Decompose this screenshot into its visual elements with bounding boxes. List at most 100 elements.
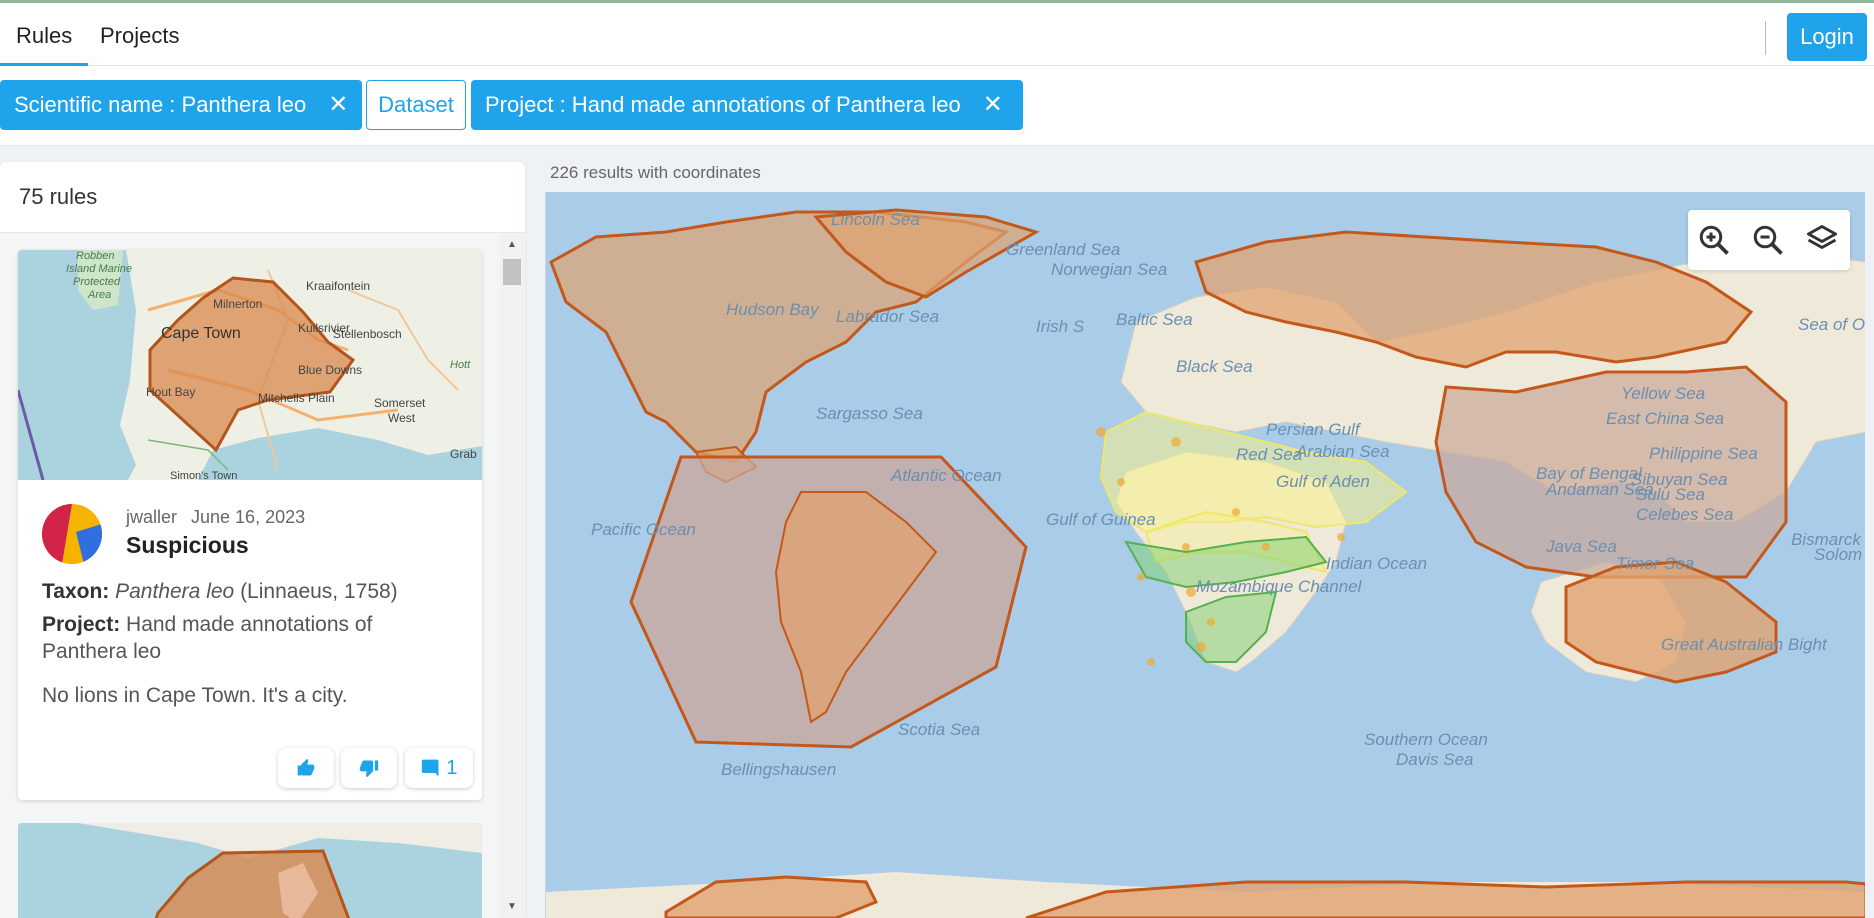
map-label: Red Sea	[1236, 445, 1303, 464]
map-label: Gulf of Guinea	[1046, 510, 1156, 529]
map-label: Solom	[1814, 545, 1863, 564]
filter-chip-label: Scientific name : Panthera leo	[14, 92, 307, 117]
rule-verdict: Suspicious	[126, 532, 249, 558]
map-label: Atlantic Ocean	[891, 466, 1002, 485]
map-label: Mozambique Channel	[1196, 577, 1362, 596]
rule-comment: No lions in Cape Town. It's a city.	[42, 684, 348, 707]
map-label: Area	[87, 289, 111, 301]
layers-icon	[1807, 225, 1837, 249]
map-label: West	[388, 411, 416, 425]
comment-icon	[421, 759, 439, 777]
map-label: Protected	[73, 276, 121, 288]
downvote-button[interactable]	[341, 748, 397, 788]
map-label: Cape Town	[161, 325, 241, 342]
map-label: Southern Ocean	[1364, 730, 1488, 749]
rule-map-thumbnail[interactable]: Robben Island Marine Protected Area Miln…	[18, 250, 482, 482]
top-navbar: Rules Projects Login	[0, 0, 1874, 66]
scroll-thumb[interactable]	[503, 259, 521, 285]
rule-map-image: Robben Island Marine Protected Area Miln…	[18, 250, 482, 482]
map-label: Persian Gulf	[1266, 420, 1360, 439]
filter-chip-scientific-name[interactable]: Scientific name : Panthera leo ✕	[0, 80, 362, 130]
map-label: Bellingshausen	[721, 760, 837, 779]
login-button[interactable]: Login	[1787, 13, 1867, 61]
map-label: Arabian Sea	[1296, 442, 1390, 461]
upvote-button[interactable]	[278, 748, 334, 788]
map-label: Indian Ocean	[1326, 554, 1428, 573]
map-label: Great Australian Bight	[1661, 635, 1827, 654]
taxon-name: Panthera leo	[115, 580, 235, 603]
map-label: Irish S	[1036, 317, 1085, 336]
map-label: Island Marine	[66, 263, 132, 275]
world-map[interactable]: Lincoln Sea Greenland Sea Norwegian Sea …	[545, 192, 1865, 918]
rules-list[interactable]: Robben Island Marine Protected Area Miln…	[0, 233, 525, 918]
thumbs-up-icon	[297, 758, 315, 776]
project-label: Project:	[42, 613, 121, 636]
map-label: Milnerton	[213, 297, 262, 311]
layers-button[interactable]	[1804, 222, 1840, 258]
map-label: Celebes Sea	[1636, 505, 1734, 524]
rule-taxon: Taxon: Panthera leo (Linnaeus, 1758)	[42, 578, 398, 605]
map-label: Robben	[76, 250, 115, 262]
map-label: Hout Bay	[146, 385, 195, 399]
results-count: 226 results with coordinates	[550, 163, 761, 182]
taxon-author: (Linnaeus, 1758)	[240, 580, 398, 603]
map-label: Scotia Sea	[898, 720, 981, 739]
map-label: Labrador Sea	[836, 307, 940, 326]
scroll-up-arrow-icon[interactable]: ▲	[507, 239, 517, 250]
comments-button[interactable]: 1	[405, 748, 473, 788]
map-label: Sea of Ok	[1798, 315, 1865, 334]
zoom-in-icon	[1699, 225, 1729, 255]
thumbs-down-icon	[359, 760, 379, 778]
map-label: Lincoln Sea	[831, 210, 920, 229]
map-label: Yellow Sea	[1621, 384, 1706, 403]
tab-projects[interactable]: Projects	[84, 6, 195, 66]
filter-button-dataset[interactable]: Dataset	[366, 80, 466, 130]
rule-meta: jwaller June 16, 2023	[126, 507, 305, 528]
map-label: Black Sea	[1176, 357, 1253, 376]
map-label: Baltic Sea	[1116, 310, 1193, 329]
avatar	[42, 504, 102, 564]
map-label: Simon's Town	[170, 470, 237, 480]
map-label: Kraaifontein	[306, 279, 370, 293]
map-label: Hudson Bay	[726, 300, 819, 319]
map-label: Pacific Ocean	[591, 520, 696, 539]
taxon-label: Taxon:	[42, 580, 110, 603]
rules-panel: 75 rules Robben Island Marine Protected …	[0, 162, 525, 918]
map-label: Philippine Sea	[1649, 444, 1758, 463]
map-label: Davis Sea	[1396, 750, 1474, 769]
comment-count: 1	[446, 757, 458, 779]
rule-card[interactable]: Robben Island Marine Protected Area Miln…	[18, 250, 482, 800]
map-controls	[1688, 210, 1850, 270]
scrollbar[interactable]: ▲ ▼	[500, 233, 524, 918]
rule-card-body: jwaller June 16, 2023 Suspicious Taxon: P…	[18, 480, 482, 800]
map-label: Sargasso Sea	[816, 404, 923, 423]
filter-chip-label: Project : Hand made annotations of Panth…	[485, 92, 961, 117]
map-label: Timor Sea	[1616, 554, 1695, 573]
scroll-down-arrow-icon[interactable]: ▼	[507, 901, 517, 912]
map-label: Norwegian Sea	[1051, 260, 1168, 279]
filter-bar: Scientific name : Panthera leo ✕ Dataset …	[0, 66, 1874, 146]
map-label: Blue Downs	[298, 363, 362, 377]
map-label: Gulf of Aden	[1276, 472, 1370, 491]
map-label: Somerset	[374, 396, 426, 410]
rule-date: June 16, 2023	[191, 507, 306, 527]
zoom-in-button[interactable]	[1696, 222, 1732, 258]
map-label: Kuilsrivier	[298, 321, 350, 335]
rules-count: 75 rules	[19, 184, 98, 209]
map-label: Greenland Sea	[1006, 240, 1121, 259]
zoom-out-icon	[1753, 225, 1783, 255]
filter-chip-project[interactable]: Project : Hand made annotations of Panth…	[471, 80, 1023, 130]
map-label: Java Sea	[1546, 537, 1617, 556]
map-label: Sulu Sea	[1636, 485, 1705, 504]
rule-project: Project: Hand made annotations of Panthe…	[42, 611, 452, 665]
rule-card-map-thumbnail[interactable]	[18, 823, 482, 918]
map-label: Grab	[450, 447, 477, 461]
close-icon[interactable]: ✕	[983, 80, 1003, 130]
tab-rules[interactable]: Rules	[0, 6, 89, 66]
zoom-out-button[interactable]	[1750, 222, 1786, 258]
map-label: Mitchells Plain	[258, 391, 335, 405]
close-icon[interactable]: ✕	[328, 80, 348, 130]
map-label: Hott	[450, 359, 471, 371]
map-label: East China Sea	[1606, 409, 1725, 428]
nav-divider	[1765, 21, 1766, 55]
